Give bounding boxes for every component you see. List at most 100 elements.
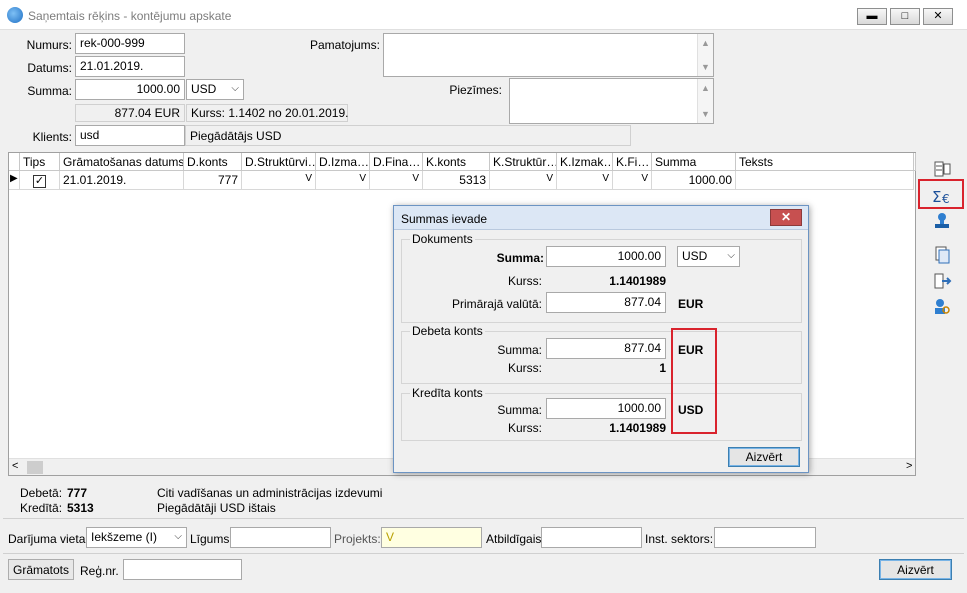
tips-cell[interactable]: ✓ <box>20 171 60 190</box>
summa-label: Summa: <box>27 84 72 98</box>
piezimes-scrollbar[interactable]: ▲ ▼ <box>697 79 713 123</box>
teksts-cell[interactable] <box>736 171 914 190</box>
column-header[interactable]: D.Fina… <box>370 153 423 171</box>
dokuments-group-title: Dokuments <box>410 232 475 246</box>
dlg-currency-value: USD <box>682 249 708 263</box>
klients-name: Piegādātājs USD <box>185 125 631 146</box>
scroll-right-icon[interactable]: > <box>906 460 912 472</box>
minimize-button[interactable]: ▬ <box>857 8 887 25</box>
dlg-kurss-value: 1.1401989 <box>609 274 666 288</box>
column-header[interactable]: Tips <box>20 153 60 171</box>
regnr-label: Reģ.nr. <box>80 564 119 578</box>
kredita-group-title: Kredīta konts <box>410 386 485 400</box>
dialog-title-bar: Summas ievade ✕ <box>394 206 808 230</box>
darijuma-select[interactable]: Iekšzeme (I) ⌵ <box>86 527 187 548</box>
inst-sektors-field[interactable] <box>714 527 816 548</box>
dlg-kurss-label: Kurss: <box>507 274 542 288</box>
atbildigais-label: Atbildīgais: <box>486 532 545 546</box>
piezimes-field[interactable]: ▲ ▼ <box>509 78 714 124</box>
column-header[interactable]: Grāmatošanas datums <box>60 153 184 171</box>
window-title: Saņemtais rēķins - kontējumu apskate <box>28 9 232 23</box>
debeta-description: Citi vadīšanas un administrācijas izdevu… <box>157 486 383 500</box>
debeta-group-title: Debeta konts <box>410 324 485 338</box>
eur-amount: 877.04 EUR <box>75 104 185 122</box>
deb-summa-field[interactable]: 877.04 <box>546 338 666 359</box>
datums-label: Datums: <box>27 61 72 75</box>
column-header[interactable]: Summa <box>652 153 736 171</box>
dialog-close-icon[interactable]: ✕ <box>770 209 802 226</box>
datums-field[interactable]: 21.01.2019. <box>75 56 185 77</box>
scroll-left-icon[interactable]: < <box>12 460 18 472</box>
divider <box>3 553 964 554</box>
summa-field[interactable]: 1000.00 <box>75 79 185 100</box>
currency-highlight-box <box>671 328 717 434</box>
export-icon[interactable] <box>928 270 956 292</box>
pamatojums-scrollbar[interactable]: ▲ ▼ <box>697 34 713 76</box>
projekts-field[interactable]: V <box>381 527 482 548</box>
cell-dropdown-icon[interactable]: V <box>359 173 366 184</box>
stamp-icon[interactable] <box>928 210 956 232</box>
dlg-primara-field[interactable]: 877.04 <box>546 292 666 313</box>
piezimes-label: Piezīmes: <box>449 83 502 97</box>
dlg-summa-field[interactable]: 1000.00 <box>546 246 666 267</box>
pamatojums-field[interactable]: ▲ ▼ <box>383 33 714 77</box>
dlg-summa-label: Summa: <box>496 251 544 265</box>
kstruktur-cell[interactable]: V <box>490 171 557 190</box>
cell-dropdown-icon[interactable]: V <box>305 173 312 184</box>
cell-dropdown-icon[interactable]: V <box>546 173 553 184</box>
checkbox-checked[interactable]: ✓ <box>33 175 46 188</box>
ligums-label: Līgums: <box>190 532 233 546</box>
kr-summa-field[interactable]: 1000.00 <box>546 398 666 419</box>
column-header[interactable]: K.Fi… <box>613 153 652 171</box>
kfinans-cell[interactable]: V <box>613 171 652 190</box>
close-window-button[interactable]: ✕ <box>923 8 953 25</box>
darijuma-value: Iekšzeme (I) <box>91 530 158 544</box>
numurs-field[interactable]: rek-000-999 <box>75 33 185 54</box>
column-header[interactable]: K.Izmak… <box>557 153 613 171</box>
cell-dropdown-icon[interactable]: V <box>641 173 648 184</box>
dizmaksas-cell[interactable]: V <box>316 171 370 190</box>
column-settings-icon[interactable] <box>928 158 956 180</box>
close-button[interactable]: Aizvērt <box>879 559 952 580</box>
regnr-field[interactable] <box>123 559 242 580</box>
column-header[interactable]: D.Struktūrvi… <box>242 153 316 171</box>
kr-kurss-value: 1.1401989 <box>609 421 666 435</box>
kkonts-cell[interactable]: 5313 <box>423 171 490 190</box>
atbildigais-field[interactable] <box>541 527 642 548</box>
dkonts-cell[interactable]: 777 <box>184 171 242 190</box>
dlg-primara-label: Primārajā valūtā: <box>451 297 542 311</box>
copy-document-icon[interactable] <box>928 244 956 266</box>
dfinans-cell[interactable]: V <box>370 171 423 190</box>
dlg-currency-select[interactable]: USD ⌵ <box>677 246 740 267</box>
kurss-info: Kurss: 1.1402 no 20.01.2019. <box>186 104 348 122</box>
kr-summa-label: Summa: <box>497 403 542 417</box>
summas-ievade-dialog: Summas ievade ✕ Dokuments Summa: 1000.00… <box>393 205 809 473</box>
debeta-value: 777 <box>67 486 88 500</box>
date-cell[interactable]: 21.01.2019. <box>60 171 184 190</box>
cell-dropdown-icon[interactable]: V <box>412 173 419 184</box>
kizmaksas-cell[interactable]: V <box>557 171 613 190</box>
deb-summa-label: Summa: <box>497 343 542 357</box>
title-bar: Saņemtais rēķins - kontējumu apskate ▬ □… <box>0 0 967 30</box>
darijuma-label: Darījuma vieta: <box>8 532 89 546</box>
column-header[interactable]: Teksts <box>736 153 914 171</box>
cell-dropdown-icon[interactable]: V <box>602 173 609 184</box>
debeta-label: Debetā: <box>20 486 63 500</box>
maximize-button[interactable]: □ <box>890 8 920 25</box>
column-header[interactable]: N <box>914 153 916 171</box>
ligums-field[interactable] <box>230 527 331 548</box>
chevron-down-icon: ⌵ <box>174 531 182 542</box>
dialog-close-button[interactable]: Aizvērt <box>728 447 800 467</box>
scroll-thumb[interactable] <box>27 461 43 474</box>
currency-select[interactable]: USD ⌵ <box>186 79 244 100</box>
summa-cell[interactable]: 1000.00 <box>652 171 736 190</box>
column-header[interactable]: D.konts <box>184 153 242 171</box>
klients-field[interactable]: usd <box>75 125 185 146</box>
column-header[interactable]: K.konts <box>423 153 490 171</box>
gramatots-button[interactable]: Grāmatots <box>8 559 74 580</box>
deb-kurss-value: 1 <box>659 361 666 375</box>
column-header[interactable]: K.Struktūr… <box>490 153 557 171</box>
user-search-icon[interactable] <box>928 296 956 318</box>
dstruktur-cell[interactable]: V <box>242 171 316 190</box>
column-header[interactable]: D.Izma… <box>316 153 370 171</box>
